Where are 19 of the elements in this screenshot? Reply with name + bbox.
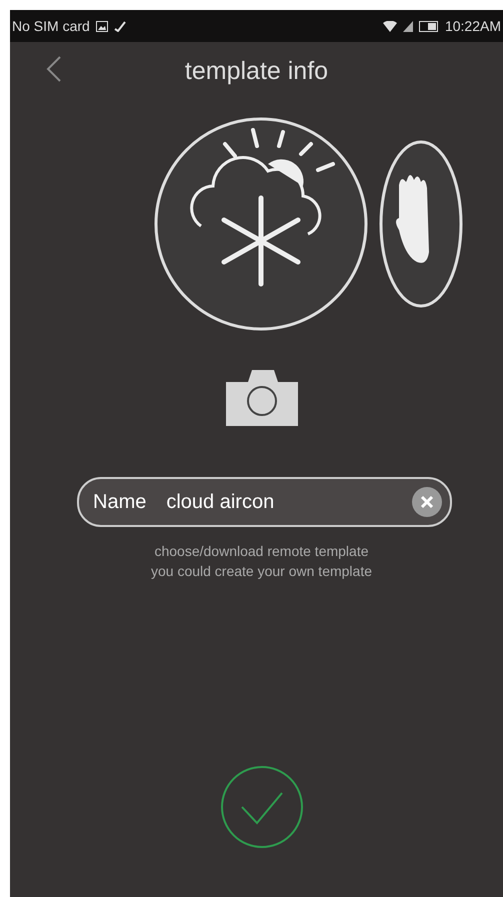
- page-title: template info: [184, 56, 328, 86]
- snow-cloud-icon[interactable]: [153, 116, 369, 332]
- wifi-icon: [382, 20, 397, 32]
- image-icon: [96, 20, 108, 32]
- camera-icon[interactable]: [226, 368, 298, 426]
- clock-text: 10:22AM: [444, 18, 501, 34]
- clear-icon[interactable]: [412, 487, 442, 517]
- back-icon[interactable]: [46, 56, 62, 82]
- check-mark-icon: [114, 20, 126, 32]
- hand-icon[interactable]: [379, 140, 463, 308]
- hint-text: choose/download remote template: [154, 542, 369, 561]
- signal-icon: [402, 20, 413, 32]
- hint-text: you could create your own template: [150, 562, 372, 581]
- battery-icon: [418, 20, 439, 32]
- carrier-text: No SIM card: [12, 18, 90, 34]
- field-value: cloud aircon: [166, 490, 276, 514]
- name-field[interactable]: Name cloud aircon: [77, 477, 452, 527]
- field-label: Name: [93, 490, 146, 514]
- confirm-check-icon[interactable]: [220, 765, 304, 849]
